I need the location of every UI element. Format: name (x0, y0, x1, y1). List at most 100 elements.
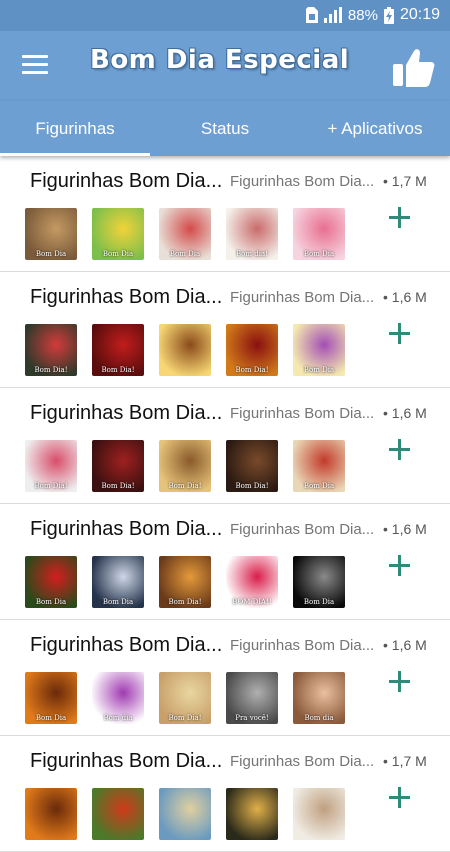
sticker-thumbnail: Bom Dia (293, 324, 345, 376)
sim-icon (305, 7, 318, 23)
sticker-pack-row[interactable]: Figurinhas Bom Dia... Figurinhas Bom Dia.… (0, 272, 450, 388)
sticker-thumbnail-label: Bom Dia! (235, 366, 269, 374)
sticker-thumbnail-label: Bom Dia! (235, 482, 269, 490)
sticker-thumbnail (159, 788, 211, 840)
add-pack-icon[interactable] (386, 320, 414, 348)
pack-author: Figurinhas Bom Dia... (230, 289, 375, 306)
add-pack-icon[interactable] (386, 204, 414, 232)
sticker-thumbnail: Bom Dia (293, 440, 345, 492)
pack-name: Figurinhas Bom Dia... (30, 750, 223, 772)
sticker-thumbnail-label: Bom Dia! (34, 366, 68, 374)
sticker-pack-row[interactable]: Figurinhas Bom Dia... Figurinhas Bom Dia.… (0, 620, 450, 736)
sticker-thumbnail: Bom Dia! (159, 672, 211, 724)
sticker-thumbnail-label: Bom dia (103, 714, 133, 722)
pack-name: Figurinhas Bom Dia... (30, 518, 223, 540)
sticker-thumbnail: Bom dia! (226, 208, 278, 260)
app-bar: Bom Dia Especial (0, 31, 450, 101)
clock: 20:19 (399, 6, 440, 23)
tab-bar: Figurinhas Status + Aplicativos (0, 101, 450, 156)
sticker-thumbnail-label: Bom Dia (102, 598, 134, 606)
sticker-thumbnail-label: Bom Dia (303, 598, 335, 606)
pack-author: Figurinhas Bom Dia... (230, 173, 375, 190)
sticker-thumbnail: Bom Dia! (159, 440, 211, 492)
sticker-thumbnail: Bom Dia (293, 208, 345, 260)
add-pack-icon[interactable] (386, 668, 414, 696)
pack-author: Figurinhas Bom Dia... (230, 521, 375, 538)
pack-name: Figurinhas Bom Dia... (30, 402, 223, 424)
tab-figurinhas[interactable]: Figurinhas (0, 101, 150, 156)
sticker-thumbnail: Bom dia (293, 672, 345, 724)
sticker-thumbnail-label: Bom Dia! (34, 482, 68, 490)
sticker-thumbnail-label: Bom Dia (303, 250, 335, 258)
status-bar: 88% 20:19 (0, 0, 450, 31)
pack-size: • 1,7 M (383, 753, 427, 769)
sticker-thumbnail: Bom Dia! (25, 440, 77, 492)
sticker-thumbnail-label: Bom Dia! (168, 482, 202, 490)
sticker-thumbnail (159, 324, 211, 376)
battery-percent: 88% (347, 6, 378, 24)
pack-size: • 1,6 M (383, 521, 427, 537)
sticker-thumbnail-label: Bom dia (304, 714, 334, 722)
battery-icon (383, 6, 394, 24)
sticker-thumbnail: Pra você! (226, 672, 278, 724)
add-pack-icon[interactable] (386, 552, 414, 580)
sticker-thumbnail-label: Bom Dia (303, 366, 335, 374)
tab-status[interactable]: Status (150, 101, 300, 156)
pack-name: Figurinhas Bom Dia... (30, 170, 223, 192)
sticker-thumbnail: Bom Dia (25, 556, 77, 608)
sticker-thumbnail (25, 788, 77, 840)
sticker-thumbnail (92, 788, 144, 840)
sticker-thumbnail-label: Bom Dia (303, 482, 335, 490)
sticker-thumbnail: Bom Dia! (92, 440, 144, 492)
sticker-thumbnail-label: Bom Dia (35, 250, 67, 258)
signal-icon (323, 7, 342, 23)
sticker-thumbnail: Bom Dia! (92, 324, 144, 376)
sticker-pack-row[interactable]: Figurinhas Bom Dia... Figurinhas Bom Dia.… (0, 156, 450, 272)
sticker-thumbnail: BOM DIA!! (226, 556, 278, 608)
pack-size: • 1,6 M (383, 289, 427, 305)
sticker-thumbnail-label: Bom Dia! (101, 366, 135, 374)
sticker-thumbnail (226, 788, 278, 840)
sticker-thumbnail: Bom Dia! (226, 324, 278, 376)
app-title: Bom Dia Especial (90, 45, 350, 75)
sticker-thumbnail: Bom dia (92, 672, 144, 724)
sticker-thumbnail-label: Bom Dia (102, 250, 134, 258)
sticker-pack-row[interactable]: Figurinhas Bom Dia... Figurinhas Bom Dia.… (0, 504, 450, 620)
pack-size: • 1,6 M (383, 405, 427, 421)
sticker-thumbnail: Bom Dia! (25, 324, 77, 376)
pack-name: Figurinhas Bom Dia... (30, 634, 223, 656)
sticker-pack-row[interactable]: Figurinhas Bom Dia... Figurinhas Bom Dia.… (0, 736, 450, 852)
pack-name: Figurinhas Bom Dia... (30, 286, 223, 308)
sticker-pack-row[interactable]: Figurinhas Bom Dia... Figurinhas Bom Dia.… (0, 388, 450, 504)
sticker-thumbnail: Bom Dia (25, 672, 77, 724)
sticker-thumbnail: Bom Dia (92, 556, 144, 608)
tab-aplicativos[interactable]: + Aplicativos (300, 101, 450, 156)
sticker-pack-list: Figurinhas Bom Dia... Figurinhas Bom Dia.… (0, 156, 450, 852)
sticker-thumbnail-label: Bom Dia (35, 714, 67, 722)
sticker-thumbnail-label: Bom Dia! (101, 482, 135, 490)
sticker-thumbnail: Bom Dia! (159, 556, 211, 608)
sticker-thumbnail: Bom Dia (293, 556, 345, 608)
pack-size: • 1,6 M (383, 637, 427, 653)
sticker-thumbnail: Bom Dia (92, 208, 144, 260)
sticker-thumbnail-label: BOM DIA!! (232, 598, 272, 606)
sticker-thumbnail (293, 788, 345, 840)
sticker-thumbnail-label: Bom Dia (169, 250, 201, 258)
add-pack-icon[interactable] (386, 436, 414, 464)
sticker-thumbnail: Bom Dia (159, 208, 211, 260)
status-icons: 88% 20:19 (305, 6, 440, 24)
add-pack-icon[interactable] (386, 784, 414, 812)
sticker-thumbnail-label: Bom dia! (236, 250, 268, 258)
pack-author: Figurinhas Bom Dia... (230, 405, 375, 422)
sticker-thumbnail-label: Bom Dia! (168, 714, 202, 722)
sticker-thumbnail-label: Pra você! (235, 714, 269, 722)
pack-size: • 1,7 M (383, 173, 427, 189)
sticker-thumbnail: Bom Dia! (226, 440, 278, 492)
thumbs-up-icon[interactable] (392, 45, 436, 89)
pack-author: Figurinhas Bom Dia... (230, 637, 375, 654)
sticker-thumbnail-label: Bom Dia (35, 598, 67, 606)
sticker-thumbnail-label: Bom Dia! (168, 598, 202, 606)
sticker-thumbnail: Bom Dia (25, 208, 77, 260)
pack-author: Figurinhas Bom Dia... (230, 753, 375, 770)
hamburger-menu-icon[interactable] (22, 55, 48, 75)
